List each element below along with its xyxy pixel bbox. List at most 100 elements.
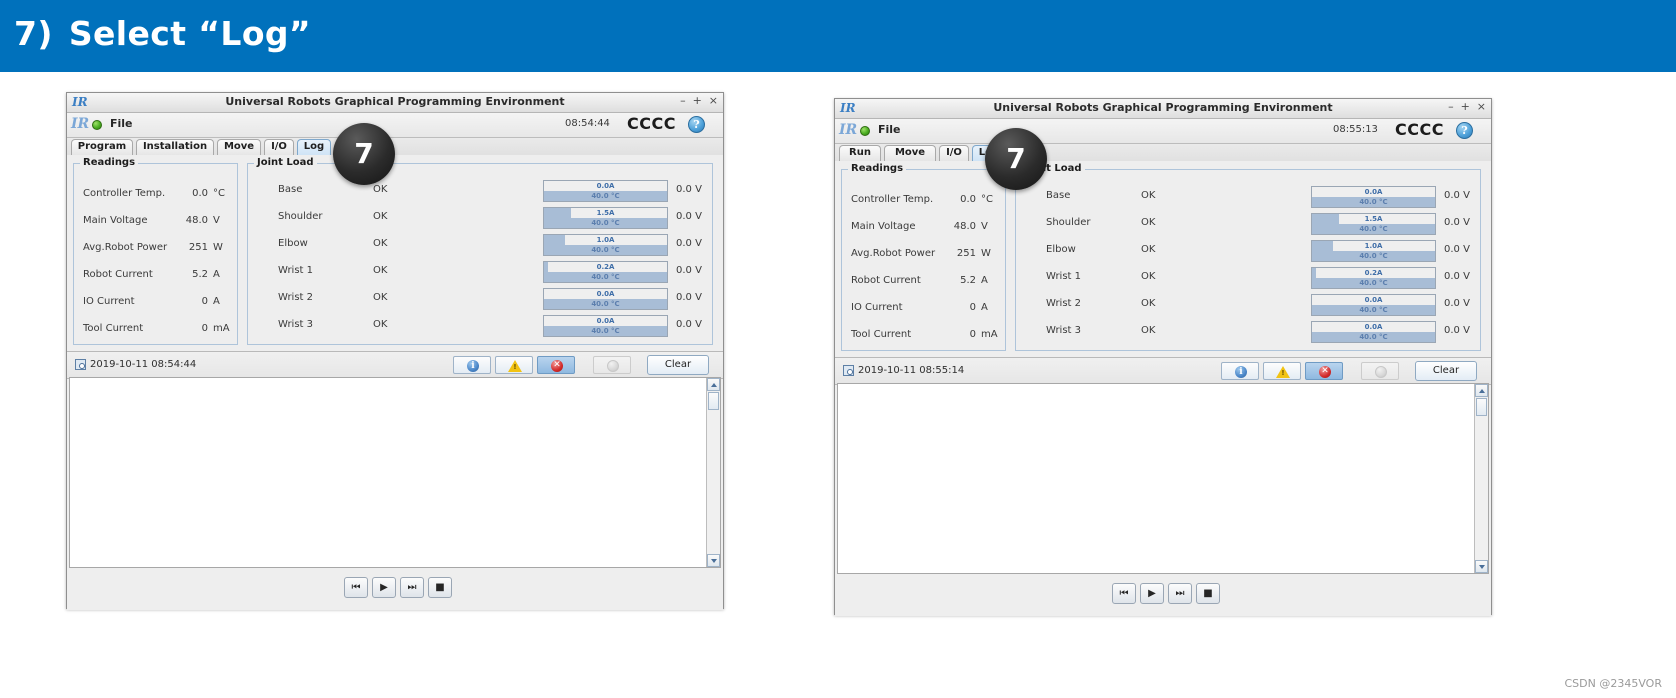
minimize-icon[interactable]: – (1448, 101, 1454, 112)
joint-current-value: 0.0A (1364, 323, 1383, 331)
reading-unit: mA (213, 323, 230, 334)
log-filter-error-button[interactable]: ✕ (1305, 362, 1343, 380)
log-scrollbar[interactable] (706, 378, 720, 567)
skip-forward-button[interactable]: ⏭ (1168, 583, 1192, 604)
skip-back-button[interactable]: ⏮ (344, 577, 368, 598)
reading-label: Avg.Robot Power (851, 248, 936, 259)
log-filter-warning-button[interactable] (495, 356, 533, 374)
reading-row: IO Current 0 A (74, 296, 237, 310)
joint-current-gauge: 0.2A (544, 262, 667, 272)
joint-gauge: 1.5A 40.0 °C (1311, 213, 1436, 235)
menu-item-file[interactable]: File (878, 123, 901, 136)
reading-label: Tool Current (851, 329, 912, 340)
step-instruction: Select “Log” (68, 14, 312, 53)
log-filter-error-button[interactable]: ✕ (537, 356, 575, 374)
scroll-thumb[interactable] (708, 392, 719, 410)
reading-value: 5.2 (192, 269, 208, 280)
joint-name: Base (1046, 190, 1071, 201)
joint-temperature-gauge: 40.0 °C (544, 191, 667, 201)
joint-voltage: 0.0 V (676, 265, 702, 276)
scroll-down-button[interactable] (1475, 560, 1488, 573)
skip-forward-button[interactable]: ⏭ (400, 577, 424, 598)
window-titlebar[interactable]: IR Universal Robots Graphical Programming… (835, 99, 1491, 119)
joint-name: Elbow (1046, 244, 1076, 255)
skip-forward-icon: ⏭ (1175, 587, 1185, 599)
joint-status: OK (373, 238, 388, 249)
joint-name: Elbow (278, 238, 308, 249)
joint-temperature-gauge: 40.0 °C (1312, 224, 1435, 234)
play-button[interactable]: ▶ (1140, 583, 1164, 604)
window-titlebar[interactable]: IR Universal Robots Graphical Programming… (67, 93, 723, 113)
joint-current-value: 0.0A (1364, 188, 1383, 196)
reading-label: Controller Temp. (851, 194, 934, 205)
close-icon[interactable]: × (709, 95, 718, 106)
transport-controls: ⏮ ▶ ⏭ ■ (344, 577, 452, 598)
joint-status: OK (1141, 244, 1156, 255)
joint-status: OK (1141, 217, 1156, 228)
tab-move[interactable]: Move (884, 145, 936, 161)
tab-installation[interactable]: Installation (136, 139, 214, 155)
scroll-up-button[interactable] (707, 378, 720, 391)
joint-temperature-value: 40.0 °C (591, 192, 620, 200)
joint-current-value: 0.2A (596, 263, 615, 271)
maximize-icon[interactable]: + (693, 95, 702, 106)
clear-log-button[interactable]: Clear (647, 355, 709, 375)
tab-run[interactable]: Run (839, 145, 881, 161)
tab-move[interactable]: Move (217, 139, 261, 155)
log-scrollbar[interactable] (1474, 384, 1488, 573)
joint-gauge: 0.0A 40.0 °C (1311, 186, 1436, 208)
joint-status: OK (373, 292, 388, 303)
menu-item-file[interactable]: File (110, 117, 133, 130)
tab-program[interactable]: Program (71, 139, 133, 155)
reading-unit: W (213, 242, 223, 253)
log-filter-warning-button[interactable] (1263, 362, 1301, 380)
stop-button[interactable]: ■ (1196, 583, 1220, 604)
stop-icon: ■ (435, 581, 445, 593)
reading-unit: A (981, 302, 988, 313)
joint-temperature-value: 40.0 °C (1359, 306, 1388, 314)
tab-i-o[interactable]: I/O (939, 145, 969, 161)
scroll-down-button[interactable] (707, 554, 720, 567)
joint-gauge: 1.5A 40.0 °C (543, 207, 668, 229)
close-icon[interactable]: × (1477, 101, 1486, 112)
joint-current-gauge: 1.0A (1312, 241, 1435, 251)
reading-unit: A (981, 275, 988, 286)
play-button[interactable]: ▶ (372, 577, 396, 598)
joint-temperature-value: 40.0 °C (1359, 252, 1388, 260)
reading-row: Robot Current 5.2 A (842, 275, 1005, 289)
clear-log-button[interactable]: Clear (1415, 361, 1477, 381)
warning-icon (1276, 366, 1290, 378)
log-list[interactable] (69, 377, 721, 568)
reading-row: Controller Temp. 0.0 °C (74, 188, 237, 202)
skip-back-button[interactable]: ⏮ (1112, 583, 1136, 604)
joint-name: Shoulder (1046, 217, 1091, 228)
joint-gauge: 0.0A 40.0 °C (543, 288, 668, 310)
reading-label: Controller Temp. (83, 188, 166, 199)
watermark: CSDN @2345VOR (1564, 677, 1663, 690)
scroll-thumb[interactable] (1476, 398, 1487, 416)
joint-voltage: 0.0 V (676, 292, 702, 303)
tab-i-o[interactable]: I/O (264, 139, 294, 155)
joint-temperature-gauge: 40.0 °C (544, 299, 667, 309)
scroll-up-button[interactable] (1475, 384, 1488, 397)
log-filter-info-button[interactable]: i (453, 356, 491, 374)
help-icon[interactable]: ? (1456, 122, 1473, 139)
log-list[interactable] (837, 383, 1489, 574)
reading-label: Avg.Robot Power (83, 242, 168, 253)
log-filter-muted-button (593, 356, 631, 374)
log-filter-muted-button (1361, 362, 1399, 380)
transport-controls: ⏮ ▶ ⏭ ■ (1112, 583, 1220, 604)
joint-current-value: 1.0A (596, 236, 615, 244)
joint-temperature-gauge: 40.0 °C (1312, 197, 1435, 207)
minimize-icon[interactable]: – (680, 95, 686, 106)
tab-log[interactable]: Log (297, 139, 331, 155)
reading-unit: V (213, 215, 220, 226)
stop-button[interactable]: ■ (428, 577, 452, 598)
play-icon: ▶ (380, 581, 388, 593)
joint-current-value: 0.0A (596, 317, 615, 325)
joint-current-value: 1.0A (1364, 242, 1383, 250)
help-icon[interactable]: ? (688, 116, 705, 133)
readings-panel: Readings Controller Temp. 0.0 °C Main Voltag… (841, 163, 1006, 351)
maximize-icon[interactable]: + (1461, 101, 1470, 112)
log-filter-info-button[interactable]: i (1221, 362, 1259, 380)
